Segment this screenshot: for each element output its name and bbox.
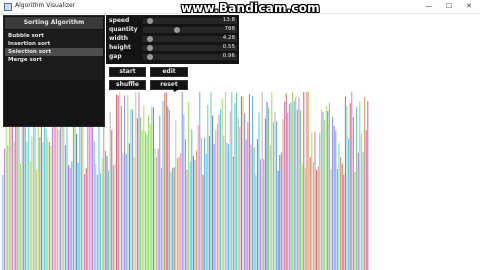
app-icon — [4, 3, 12, 11]
param-row-quantity: quantity 788 — [106, 25, 239, 34]
visualizer-window: Algorithm Visualizer — ☐ ✕ www.Bandicam.… — [0, 0, 480, 270]
start-button[interactable]: start — [109, 67, 146, 77]
edit-button[interactable]: edit — [150, 67, 188, 77]
close-button[interactable]: ✕ — [460, 0, 478, 14]
algorithm-list: Bubble sort Insertion sort Selection sor… — [5, 30, 103, 80]
slider-knob[interactable] — [146, 36, 153, 42]
algorithm-item-bubble-sort[interactable]: Bubble sort — [5, 32, 103, 40]
param-row-width: width 4.28 — [106, 34, 239, 43]
reset-button[interactable]: reset — [150, 80, 188, 90]
param-value: 4.28 — [222, 35, 235, 41]
window-title: Algorithm Visualizer — [15, 2, 76, 9]
parameter-panel: speed 13.8 quantity 788 width 4.28 heigh… — [106, 15, 239, 64]
param-row-gap: gap 0.96 — [106, 52, 239, 61]
param-label: speed — [109, 17, 130, 24]
param-value: 0.96 — [222, 53, 235, 59]
algorithm-item-selection-sort[interactable]: Selection sort — [5, 48, 103, 56]
param-value: 13.8 — [222, 17, 235, 23]
algorithm-header: Sorting Algorithm — [5, 17, 103, 29]
algorithm-item-merge-sort[interactable]: Merge sort — [5, 56, 103, 64]
quantity-slider[interactable] — [143, 27, 237, 33]
param-value: 0.55 — [222, 44, 235, 50]
param-label: height — [109, 44, 131, 51]
param-row-height: height 0.55 — [106, 43, 239, 52]
slider-knob[interactable] — [173, 27, 180, 33]
param-label: quantity — [109, 26, 138, 33]
param-label: width — [109, 35, 129, 42]
maximize-button[interactable]: ☐ — [440, 0, 458, 14]
slider-knob[interactable] — [146, 45, 153, 51]
shuffle-button[interactable]: shuffle — [109, 80, 146, 90]
algorithm-item-insertion-sort[interactable]: Insertion sort — [5, 40, 103, 48]
slider-knob[interactable] — [146, 54, 153, 60]
minimize-button[interactable]: — — [420, 0, 438, 14]
param-value: 788 — [224, 26, 236, 32]
bandicam-watermark: www.Bandicam.com — [181, 1, 320, 15]
slider-knob[interactable] — [147, 18, 154, 24]
sorting-algorithm-panel: Sorting Algorithm Bubble sort Insertion … — [3, 15, 105, 127]
param-label: gap — [109, 53, 122, 60]
param-row-speed: speed 13.8 — [106, 16, 239, 25]
